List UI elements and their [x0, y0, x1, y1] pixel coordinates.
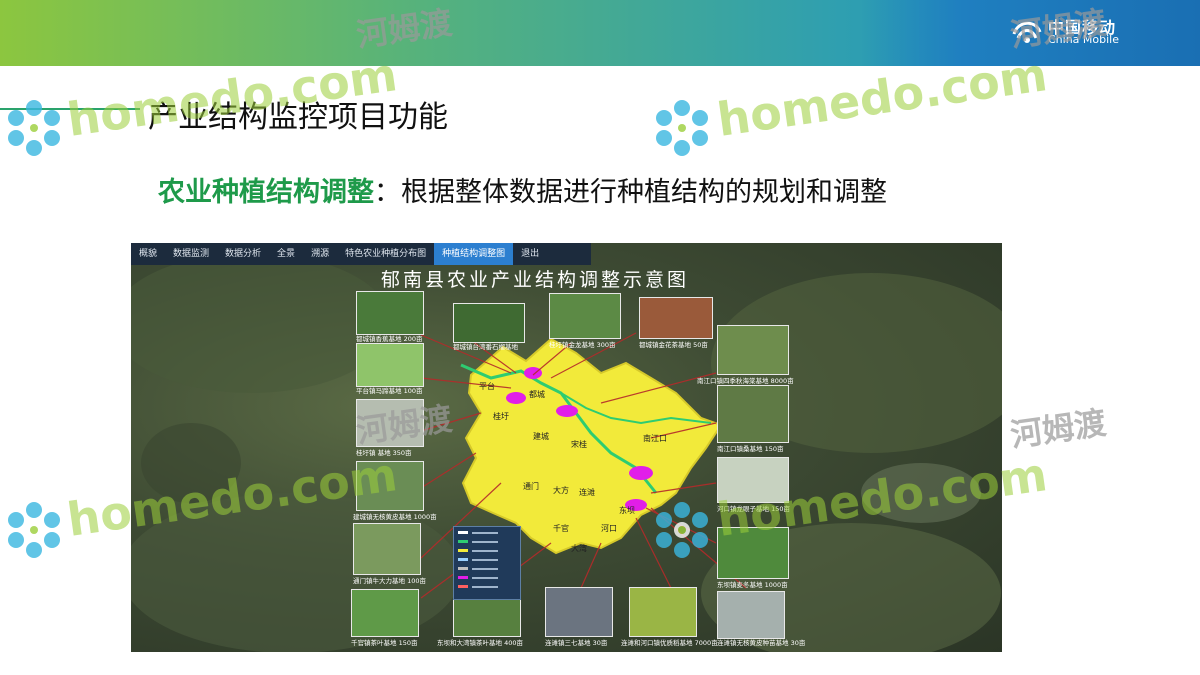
legend-row: [458, 565, 516, 572]
caption-wampee: 建城镇无核黄皮基地 1000亩: [353, 513, 437, 521]
town-label: 河口: [601, 524, 617, 533]
photo-guava: [453, 303, 525, 343]
hotspot-1: [524, 367, 542, 379]
legend-row: [458, 556, 516, 563]
legend-row: [458, 547, 516, 554]
caption-mulberry: 南江口镇桑基地 150亩: [717, 445, 784, 453]
map-legend: [453, 526, 521, 600]
town-label: 平台: [479, 382, 495, 391]
photo-waterchestnut: [356, 343, 424, 387]
hotspot-4: [629, 466, 653, 480]
hotspot-3: [556, 405, 578, 417]
town-label: 连滩: [579, 488, 595, 497]
photo-banana: [356, 291, 424, 335]
caption-waterchestnut: 平台镇马蹄基地 100亩: [356, 387, 423, 395]
caption-tea-qianguan: 千官镇茶叶基地 150亩: [351, 639, 418, 647]
town-label: 通门: [523, 482, 539, 491]
photo-mulberry: [717, 385, 789, 443]
watermark-flower-icon: [8, 100, 60, 156]
photo-jinlong: [549, 293, 621, 339]
legend-row: [458, 583, 516, 590]
town-label: 宋桂: [571, 440, 587, 449]
photo-rice: [629, 587, 697, 637]
slide-subtitle: 农业种植结构调整：根据整体数据进行种植结构的规划和调整: [158, 170, 887, 209]
hotspot-2: [506, 392, 526, 404]
town-label: 东坝: [619, 506, 635, 515]
caption-seedling: 连滩镇无核黄皮种苗基地 30亩: [717, 639, 806, 647]
town-label: 桂圩: [493, 412, 509, 421]
watermark-flower-icon: [8, 502, 60, 558]
caption-tea-dongba: 东坝和大湾镇茶叶基地 400亩: [437, 639, 523, 647]
caption-banana: 都城镇香蕉基地 200亩: [356, 335, 423, 343]
photo-tea-qianguan: [351, 589, 419, 637]
photo-sanqi: [545, 587, 613, 637]
map-app-screenshot: 概貌 数据监测 数据分析 全景 溯源 特色农业种植分布图 种植结构调整图 退出 …: [131, 243, 1002, 652]
photo-camellia: [639, 297, 713, 339]
watermark-flower-icon: [656, 100, 708, 156]
town-label: 南江口: [643, 434, 667, 443]
caption-camellia: 都城镇金花茶基地 50亩: [639, 341, 708, 349]
caption-guava: 都城镇台湾番石榴基地: [453, 343, 518, 351]
caption-begonia: 南江口镇四季秋海棠基地 8000亩: [697, 377, 794, 385]
watermark-cn: 河姆渡: [1008, 403, 1109, 455]
subtitle-highlight: 农业种植结构调整: [158, 177, 374, 208]
watermark-flower-icon: [656, 502, 708, 558]
subtitle-text: ：根据整体数据进行种植结构的规划和调整: [374, 177, 887, 208]
legend-row: [458, 574, 516, 581]
photo-seedling: [717, 591, 785, 639]
town-label: 建城: [533, 432, 549, 441]
caption-niudali: 通门镇牛大力基地 100亩: [353, 577, 426, 585]
town-label: 大方: [553, 486, 569, 495]
caption-jinlong: 桂圩镇金龙基地 300亩: [549, 341, 616, 349]
town-label: 大湾: [571, 544, 587, 553]
photo-begonia: [717, 325, 789, 375]
caption-rice: 连滩和河口镇优质稻基地 7000亩: [621, 639, 718, 647]
caption-sanqi: 连滩镇三七基地 30亩: [545, 639, 608, 647]
town-label: 都城: [529, 390, 545, 399]
legend-row: [458, 538, 516, 545]
town-label: 千官: [553, 524, 569, 533]
caption-maidong: 东坝镇麦冬基地 1000亩: [717, 581, 788, 589]
legend-row: [458, 529, 516, 536]
photo-niudali: [353, 523, 421, 575]
